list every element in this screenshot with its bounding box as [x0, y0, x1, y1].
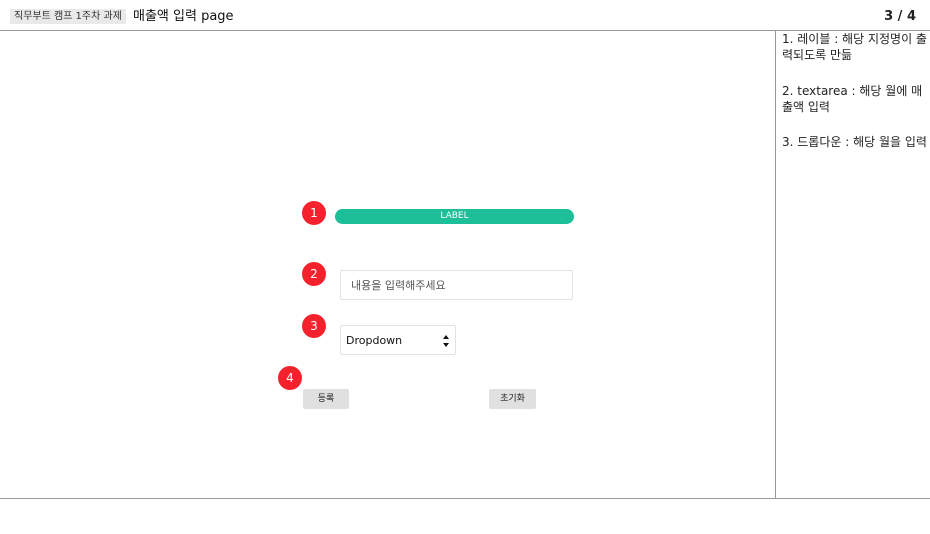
- step-marker-3: 3: [302, 314, 326, 338]
- dropdown-selected-value: Dropdown: [346, 334, 403, 347]
- bottom-divider: [0, 498, 930, 499]
- note-label: 1. 레이블 : 해당 지정명이 출력되도록 만듦: [782, 32, 927, 62]
- sales-input[interactable]: [340, 270, 573, 300]
- note-textarea: 2. textarea : 해당 월에 매출액 입력: [782, 84, 923, 114]
- step-marker-2: 2: [302, 262, 326, 286]
- header-bar: 직무부트 캠프 1주차 과제 매출액 입력 page 3 / 4: [0, 0, 930, 31]
- course-tag: 직무부트 캠프 1주차 과제: [10, 9, 126, 24]
- reset-button[interactable]: 초기화: [489, 389, 536, 409]
- annotation-panel: 1. 레이블 : 해당 지정명이 출력되도록 만듦 2. textarea : …: [775, 31, 930, 498]
- page-indicator: 3 / 4: [884, 9, 916, 24]
- note-dropdown: 3. 드롭다운 : 해당 월을 입력: [782, 135, 927, 149]
- register-button[interactable]: 등록: [303, 389, 349, 409]
- month-dropdown[interactable]: Dropdown: [340, 325, 456, 355]
- page-title: 매출액 입력 page: [133, 9, 234, 24]
- label-display: LABEL: [335, 209, 574, 224]
- step-marker-1: 1: [302, 201, 326, 225]
- step-marker-4: 4: [278, 366, 302, 390]
- stepper-arrows-icon: [443, 335, 449, 347]
